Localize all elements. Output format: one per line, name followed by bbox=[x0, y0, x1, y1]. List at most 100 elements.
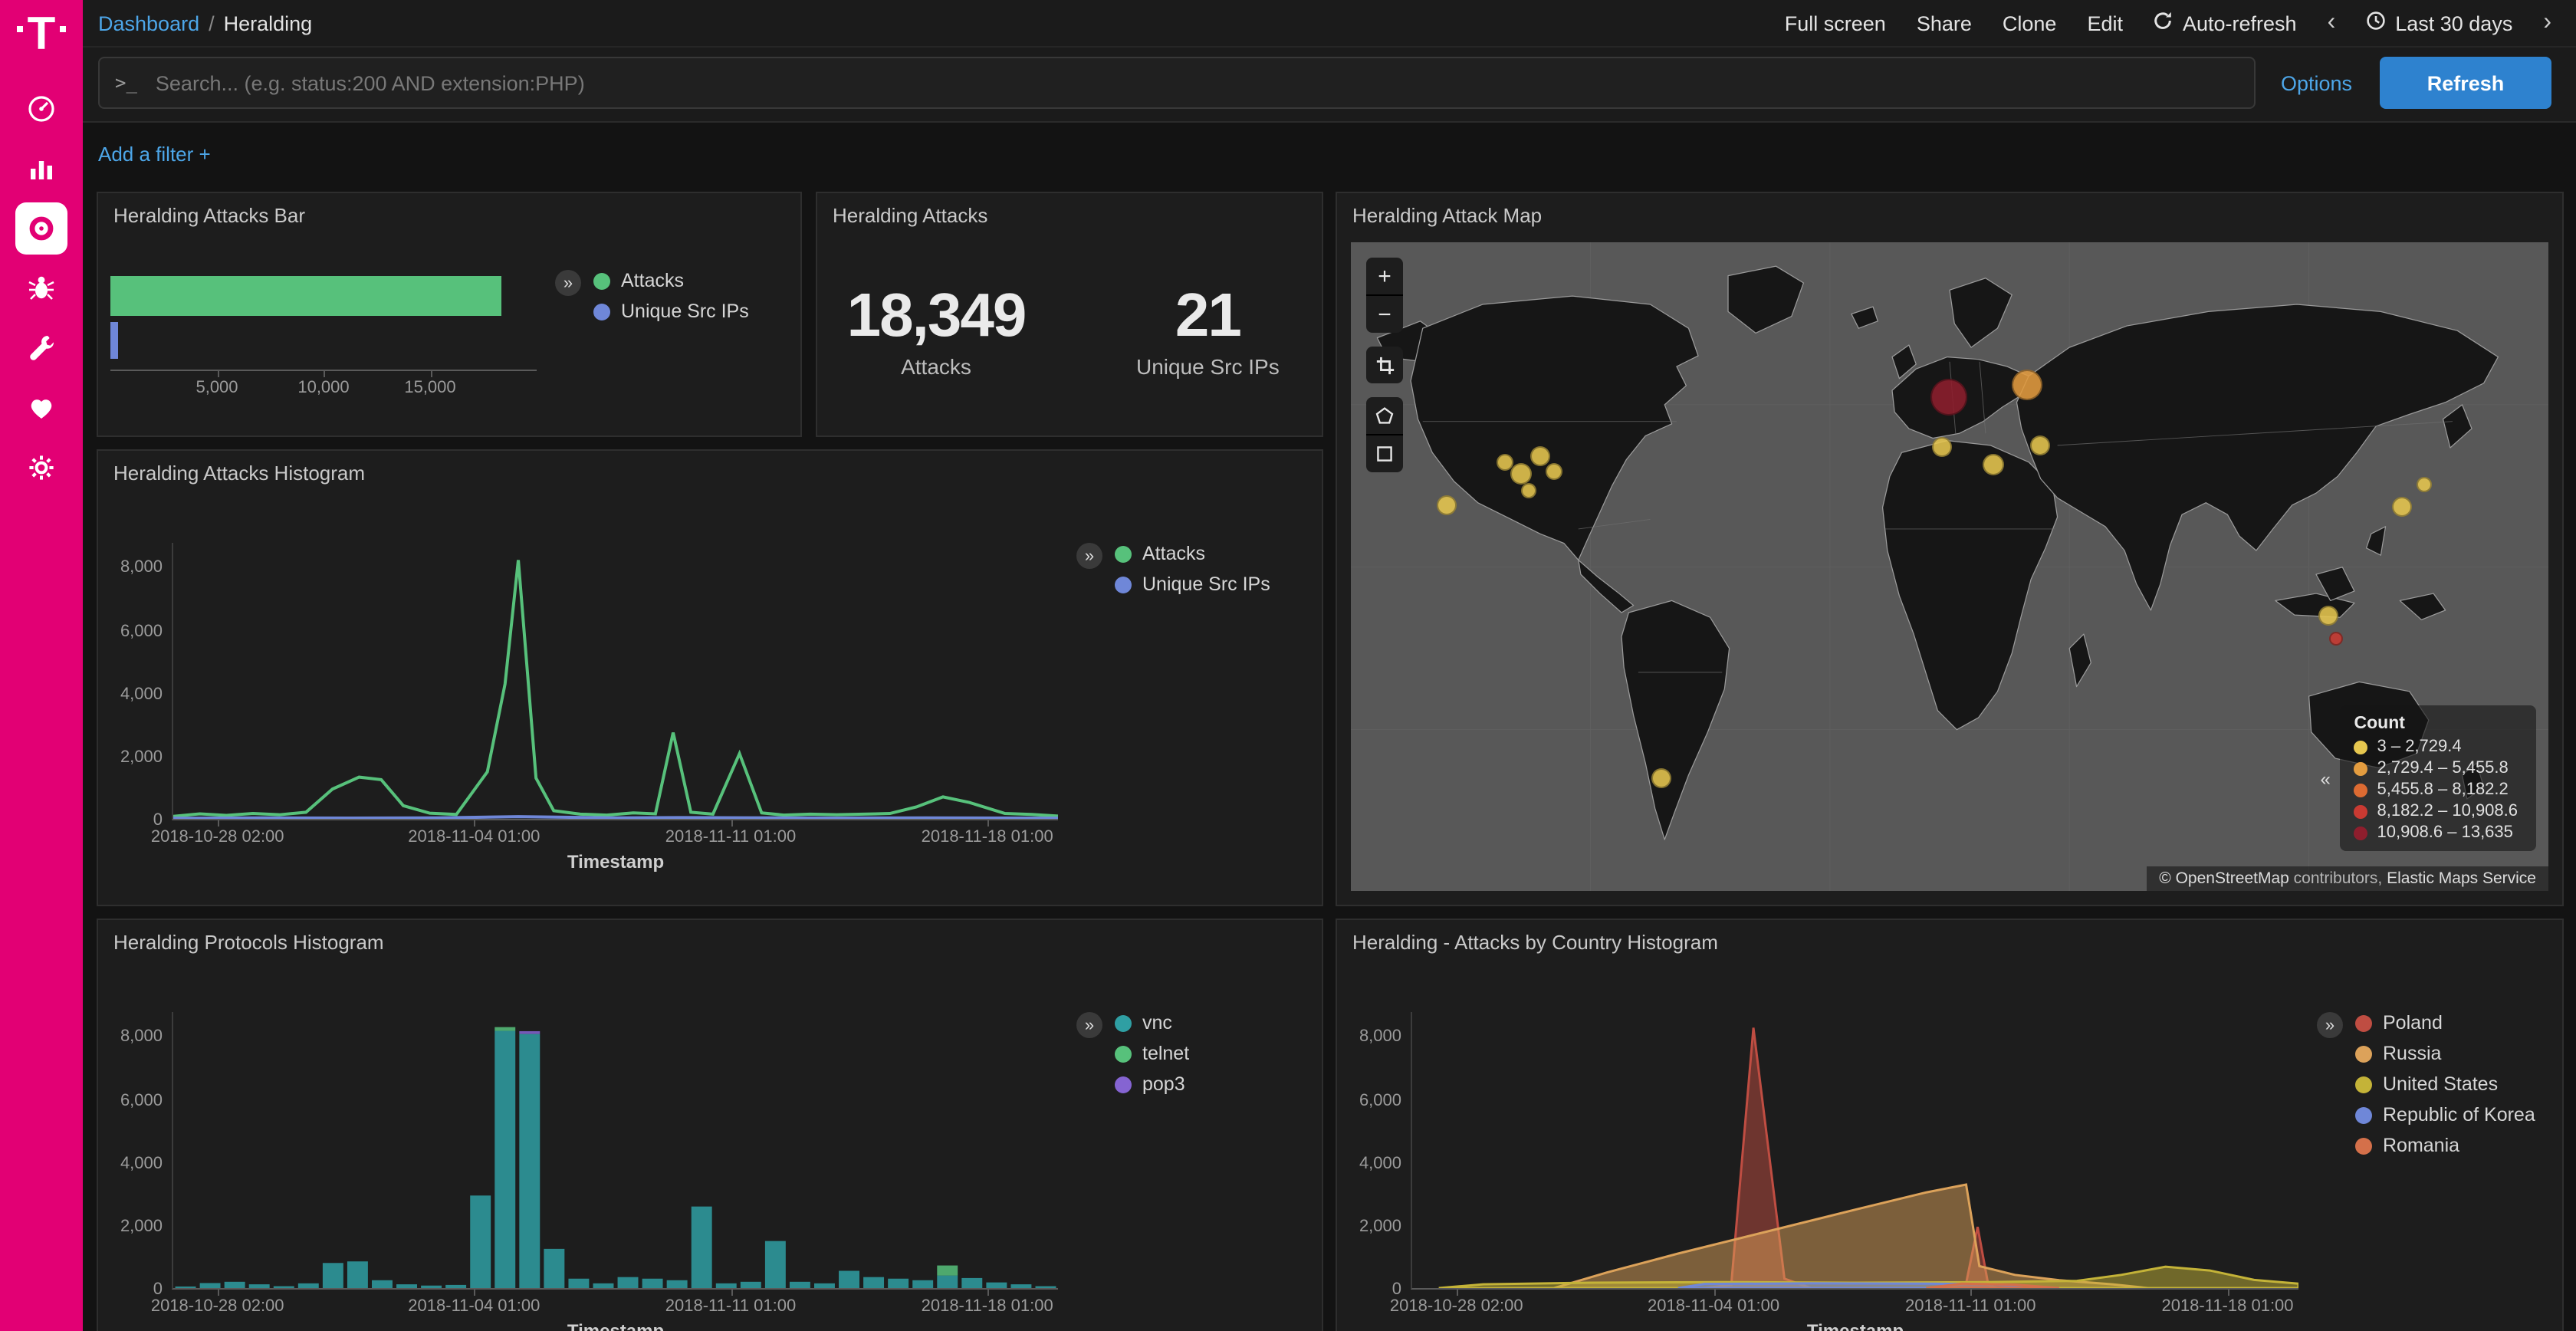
draw-rectangle-icon[interactable] bbox=[1366, 434, 1403, 472]
auto-refresh-button[interactable]: Auto-refresh bbox=[2154, 11, 2297, 35]
y-tick-label: 8,000 bbox=[120, 1028, 163, 1047]
hbar-attacks[interactable] bbox=[110, 276, 501, 316]
y-tick-label: 0 bbox=[1392, 1280, 1401, 1299]
legend-item[interactable]: Attacks bbox=[1115, 543, 1270, 564]
map-legend-color-dot bbox=[2354, 761, 2368, 775]
legend-collapse-icon[interactable]: « bbox=[2321, 767, 2331, 789]
time-range-label: Last 30 days bbox=[2395, 12, 2512, 35]
attack-map-marker[interactable] bbox=[1437, 495, 1457, 515]
time-forward-button[interactable]: › bbox=[2543, 9, 2551, 37]
full-screen-button[interactable]: Full screen bbox=[1785, 12, 1886, 35]
sidebar-item-dashboard[interactable] bbox=[15, 83, 67, 135]
attacks-bar-chart[interactable] bbox=[110, 270, 537, 371]
legend-label: Attacks bbox=[621, 270, 684, 291]
zoom-out-button[interactable]: − bbox=[1366, 294, 1403, 333]
legend-item[interactable]: Attacks bbox=[593, 270, 749, 291]
add-filter-link[interactable]: Add a filter + bbox=[98, 143, 211, 166]
y-tick-label: 0 bbox=[153, 811, 163, 830]
map-controls: + − bbox=[1366, 258, 1403, 472]
refresh-cycle-icon bbox=[2154, 11, 2174, 35]
protocols-histogram-plot[interactable] bbox=[172, 1012, 1058, 1290]
legend-item[interactable]: vnc bbox=[1115, 1012, 1189, 1034]
legend-toggle-icon[interactable]: » bbox=[2317, 1012, 2343, 1038]
clone-button[interactable]: Clone bbox=[2003, 12, 2057, 35]
elastic-maps-attribution[interactable]: Elastic Maps Service bbox=[2387, 869, 2536, 888]
x-tick-label: 2018-11-18 01:00 bbox=[922, 828, 1053, 846]
legend-item[interactable]: Unique Src IPs bbox=[1115, 573, 1270, 595]
legend-toggle-icon[interactable]: » bbox=[1076, 543, 1102, 569]
time-range-button[interactable]: Last 30 days bbox=[2366, 11, 2512, 35]
chart-legend: » Attacks Unique Src IPs bbox=[537, 270, 785, 371]
legend-item[interactable]: Poland bbox=[2355, 1012, 2535, 1034]
x-axis: 5,00010,00015,000 bbox=[110, 371, 537, 399]
y-tick-label: 8,000 bbox=[120, 559, 163, 577]
legend-toggle-icon[interactable]: » bbox=[1076, 1012, 1102, 1038]
sidebar-item-security[interactable] bbox=[15, 262, 67, 314]
refresh-button[interactable]: Refresh bbox=[2380, 57, 2551, 109]
x-tick-mark bbox=[2228, 1290, 2229, 1296]
legend-item[interactable]: telnet bbox=[1115, 1043, 1189, 1064]
draw-polygon-icon[interactable] bbox=[1366, 397, 1403, 434]
edit-button[interactable]: Edit bbox=[2087, 12, 2123, 35]
legend-item[interactable]: Romania bbox=[2355, 1135, 2535, 1156]
legend-item[interactable]: Unique Src IPs bbox=[593, 301, 749, 322]
x-axis-title: Timestamp bbox=[1412, 1320, 2298, 1331]
osm-attribution[interactable]: © OpenStreetMap bbox=[2159, 869, 2289, 888]
breadcrumb-separator: / bbox=[209, 12, 215, 35]
time-back-button[interactable]: ‹ bbox=[2328, 9, 2336, 37]
legend-color-dot bbox=[1115, 1076, 1132, 1093]
zoom-in-button[interactable]: + bbox=[1366, 258, 1403, 294]
search-input[interactable] bbox=[153, 70, 2239, 96]
auto-refresh-label: Auto-refresh bbox=[2183, 12, 2297, 35]
x-tick-mark bbox=[731, 820, 732, 827]
share-button[interactable]: Share bbox=[1917, 12, 1972, 35]
legend-item[interactable]: Russia bbox=[2355, 1043, 2535, 1064]
y-axis: 02,0004,0006,0008,000 bbox=[104, 1012, 172, 1290]
y-axis: 02,0004,0006,0008,000 bbox=[1343, 1012, 1411, 1290]
legend-color-dot bbox=[2355, 1014, 2372, 1031]
telekom-logo[interactable]: T bbox=[17, 12, 67, 58]
clock-icon bbox=[2366, 11, 2386, 35]
legend-item[interactable]: United States bbox=[2355, 1073, 2535, 1095]
x-tick-mark bbox=[474, 1290, 475, 1296]
x-tick-mark bbox=[474, 820, 475, 827]
legend-item[interactable]: Republic of Korea bbox=[2355, 1104, 2535, 1126]
legend-label: pop3 bbox=[1142, 1073, 1185, 1095]
fit-bounds-icon[interactable] bbox=[1366, 347, 1403, 383]
top-navigation: Dashboard / Heralding Full screen Share … bbox=[83, 0, 2576, 48]
metric-group: 18,349 Attacks 21 Unique Src IPs bbox=[817, 282, 1322, 379]
attack-map-marker[interactable] bbox=[1530, 446, 1550, 466]
legend-label: United States bbox=[2383, 1073, 2498, 1095]
sidebar-item-analytics[interactable] bbox=[15, 143, 67, 195]
legend-color-dot bbox=[1115, 1045, 1132, 1062]
sidebar-item-settings[interactable] bbox=[15, 442, 67, 494]
legend-label: Unique Src IPs bbox=[1142, 573, 1270, 595]
heart-icon bbox=[26, 393, 57, 423]
legend-item[interactable]: pop3 bbox=[1115, 1073, 1189, 1095]
map-legend-item: 3 – 2,729.4 bbox=[2354, 738, 2518, 756]
topnav-actions: Full screen Share Clone Edit Auto-refres… bbox=[1785, 9, 2551, 37]
attack-map-marker[interactable] bbox=[1930, 378, 1967, 415]
panel-title: Heralding - Attacks by Country Histogram bbox=[1337, 920, 2562, 960]
attack-map-marker[interactable] bbox=[2417, 477, 2432, 492]
x-tick-label: 15,000 bbox=[404, 379, 455, 397]
hbar-unique-src-ips[interactable] bbox=[110, 322, 118, 359]
legend-label: telnet bbox=[1142, 1043, 1189, 1064]
sidebar-item-attack-map[interactable] bbox=[15, 202, 67, 255]
legend-color-dot bbox=[593, 303, 610, 320]
breadcrumb-dashboard-link[interactable]: Dashboard bbox=[98, 12, 199, 35]
panel-attacks-by-country-histogram: Heralding - Attacks by Country Histogram… bbox=[1336, 919, 2564, 1331]
attacks-histogram-plot[interactable] bbox=[172, 543, 1058, 820]
map-legend-title: Count bbox=[2354, 715, 2518, 733]
legend-toggle-icon[interactable]: » bbox=[555, 270, 581, 296]
options-link[interactable]: Options bbox=[2281, 71, 2352, 94]
attack-map-marker[interactable] bbox=[1510, 462, 1532, 484]
world-map[interactable]: + − « Count 3 – 2,729.42,729.4 – 5,455.8… bbox=[1351, 242, 2548, 891]
x-tick-label: 2018-10-28 02:00 bbox=[151, 1297, 284, 1316]
sidebar-item-health[interactable] bbox=[15, 382, 67, 434]
country-histogram-plot[interactable] bbox=[1411, 1012, 2298, 1290]
attack-map-marker[interactable] bbox=[1651, 768, 1671, 788]
attack-map-marker[interactable] bbox=[2318, 605, 2338, 625]
panel-heralding-attacks-metric: Heralding Attacks 18,349 Attacks 21 Uniq… bbox=[816, 192, 1323, 437]
sidebar-item-tools[interactable] bbox=[15, 322, 67, 374]
